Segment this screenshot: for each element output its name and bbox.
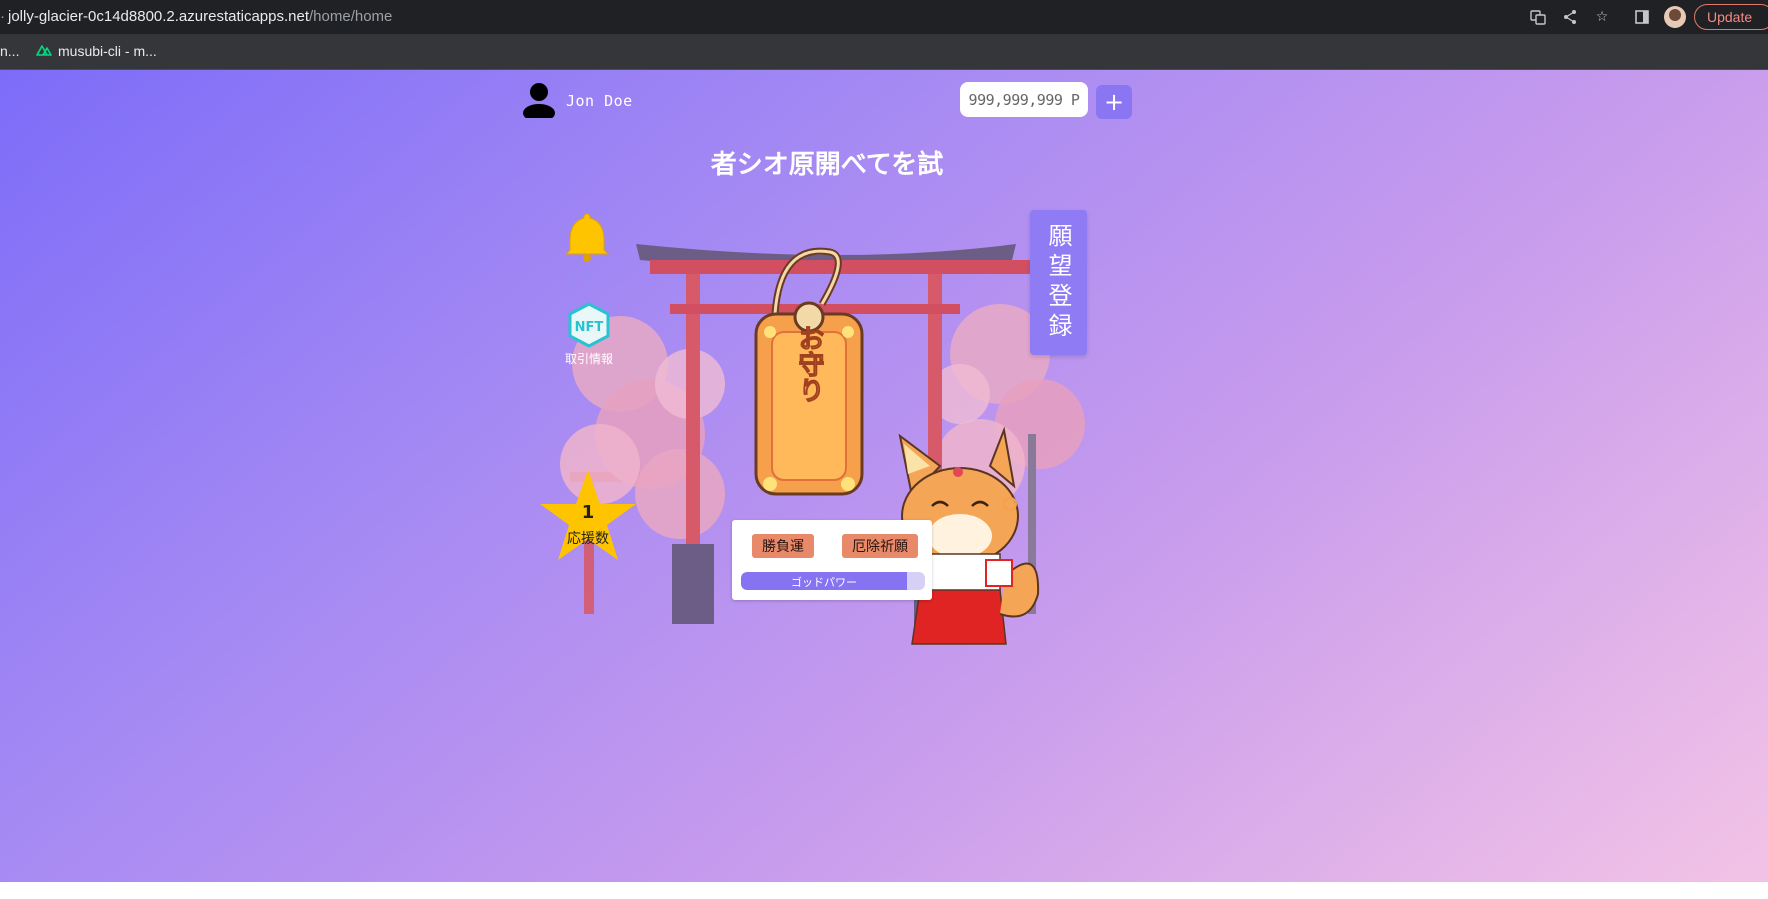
- share-icon[interactable]: [1560, 7, 1580, 27]
- bookmark-star-icon[interactable]: ☆: [1592, 7, 1612, 27]
- translate-icon[interactable]: [1528, 7, 1548, 27]
- luck-button[interactable]: 勝負運: [752, 534, 814, 558]
- bell-icon: [564, 213, 610, 262]
- nuxt-logo-icon: [36, 44, 52, 59]
- user-icon[interactable]: [522, 82, 556, 122]
- pray-label: お祈り: [567, 271, 607, 286]
- url-path: /home/home: [309, 8, 393, 25]
- omamori-text: お守り: [794, 325, 824, 403]
- profile-avatar[interactable]: [1664, 6, 1686, 28]
- app-page: Jon Doe 999,999,999 P + 者シオ原開べてを試 お守り お祈…: [0, 70, 1768, 882]
- pray-button[interactable]: お祈り: [562, 210, 612, 290]
- trade-info-button[interactable]: NFT 取引情報: [558, 302, 620, 372]
- page-bottom-strip: [0, 882, 1768, 899]
- side-panel-icon[interactable]: [1632, 7, 1652, 27]
- bookmark-label: musubi-cli - m...: [58, 43, 157, 59]
- bookmark-item[interactable]: n...: [0, 43, 19, 59]
- support-label: 応援数: [567, 531, 609, 547]
- wish-register-button[interactable]: 願望登録: [1030, 210, 1087, 355]
- nft-mark: NFT: [575, 320, 604, 335]
- url-host: jolly-glacier-0c14d8800.2.azurestaticapp…: [8, 8, 310, 25]
- support-count: 1: [581, 502, 595, 523]
- nft-icon: NFT: [568, 302, 610, 348]
- ward-off-evil-button[interactable]: 厄除祈願: [842, 534, 918, 558]
- action-panel: 勝負運 厄除祈願 ゴッドパワー: [732, 520, 932, 600]
- add-points-button[interactable]: +: [1096, 85, 1132, 119]
- browser-toolbar: · jolly-glacier-0c14d8800.2.azurestaticap…: [0, 0, 1768, 34]
- god-power-bar: ゴッドパワー: [741, 572, 925, 590]
- lock-icon: ·: [0, 8, 5, 25]
- omamori-charm: お守り: [754, 247, 864, 496]
- god-power-label: ゴッドパワー: [791, 576, 857, 589]
- bookmarks-bar: n... musubi-cli - m...: [0, 34, 1768, 70]
- page-title: 者シオ原開べてを試: [710, 150, 944, 180]
- update-button[interactable]: Update: [1694, 4, 1768, 30]
- points-balance: 999,999,999 P: [960, 82, 1088, 117]
- trade-info-label: 取引情報: [564, 352, 613, 366]
- username: Jon Doe: [566, 92, 633, 110]
- bookmark-item-musubi[interactable]: musubi-cli - m...: [36, 43, 157, 59]
- address-bar[interactable]: · jolly-glacier-0c14d8800.2.azurestaticap…: [0, 8, 392, 25]
